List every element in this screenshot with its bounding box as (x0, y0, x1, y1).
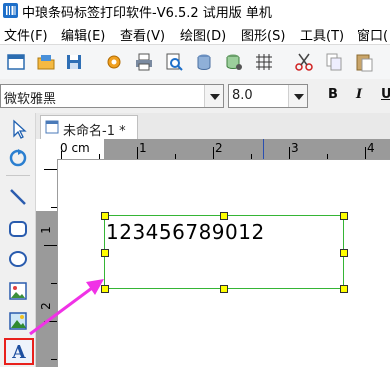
text-icon[interactable]: A (4, 338, 34, 365)
resize-handle[interactable] (101, 212, 109, 220)
open-icon[interactable] (36, 52, 56, 72)
ruler-h-mark: 2 (215, 141, 223, 155)
save-icon[interactable] (64, 52, 84, 72)
toolbar-divider (6, 175, 30, 176)
new-icon[interactable] (6, 52, 26, 72)
font-name-value: 微软雅黑 (4, 92, 57, 107)
line-icon[interactable] (6, 185, 30, 209)
resize-handle[interactable] (101, 285, 109, 293)
resize-handle[interactable] (101, 249, 109, 257)
picture-icon[interactable] (6, 309, 30, 333)
font-toolbar: 微软雅黑 8.0 B I U (0, 79, 390, 113)
ruler-corner (36, 139, 57, 159)
menu-window[interactable]: 窗口( (357, 25, 388, 44)
menu-shape[interactable]: 图形(S) (241, 25, 285, 44)
copy-icon[interactable] (324, 52, 344, 72)
select-icon[interactable] (6, 117, 30, 141)
database-icon[interactable] (194, 52, 214, 72)
document-icon (45, 120, 59, 134)
resize-handle[interactable] (340, 285, 348, 293)
rounded-rect-icon[interactable] (6, 217, 30, 241)
tab-label: 未命名-1 * (63, 124, 126, 139)
main-toolbar (0, 44, 390, 80)
vertical-ruler[interactable]: 1 2 (36, 159, 58, 367)
italic-button[interactable]: I (356, 87, 362, 102)
image-icon[interactable] (6, 279, 30, 303)
ruler-v-mark: 2 (38, 302, 53, 310)
document-tabs: 未命名-1 * (36, 113, 390, 139)
underline-button[interactable]: U (381, 87, 390, 102)
print-preview-icon[interactable] (164, 52, 184, 72)
ruler-h-mark: 4 (367, 141, 375, 155)
resize-handle[interactable] (220, 212, 228, 220)
text-object[interactable]: 123456789012 (106, 220, 265, 244)
chevron-down-icon[interactable] (288, 85, 307, 107)
drawing-toolbar: A (0, 113, 36, 367)
font-size-select[interactable]: 8.0 (228, 84, 308, 108)
menu-view[interactable]: 查看(V) (120, 25, 165, 44)
ellipse-icon[interactable] (6, 247, 30, 271)
window-title: 中琅条码标签打印软件-V6.5.2 试用版 单机 (22, 6, 272, 21)
menu-tools[interactable]: 工具(T) (300, 25, 344, 44)
ruler-h-mark: 1 (139, 141, 147, 155)
ruler-unit-label: 0 cm (60, 141, 90, 155)
tab-document[interactable]: 未命名-1 * (40, 115, 138, 139)
menu-bar: 文件(F) 编辑(E) 查看(V) 绘图(D) 图形(S) 工具(T) 窗口( (0, 22, 390, 44)
resize-handle[interactable] (220, 285, 228, 293)
ruler-ticks (61, 139, 366, 159)
font-size-value: 8.0 (232, 88, 253, 103)
settings-icon[interactable] (104, 52, 124, 72)
svg-text:A: A (11, 343, 26, 363)
cut-icon[interactable] (294, 52, 314, 72)
paste-icon[interactable] (354, 52, 374, 72)
rotate-icon[interactable] (6, 145, 30, 169)
font-name-select[interactable]: 微软雅黑 (0, 84, 224, 108)
chevron-down-icon[interactable] (204, 85, 223, 107)
bold-button[interactable]: B (328, 87, 338, 102)
menu-edit[interactable]: 编辑(E) (61, 25, 105, 44)
database-settings-icon[interactable] (224, 52, 244, 72)
ruler-v-mark: 1 (38, 226, 53, 234)
resize-handle[interactable] (340, 249, 348, 257)
resize-handle[interactable] (340, 212, 348, 220)
title-bar: 中琅条码标签打印软件-V6.5.2 试用版 单机 (0, 0, 390, 22)
print-icon[interactable] (134, 52, 154, 72)
horizontal-ruler[interactable]: 0 cm 1 2 3 4 (57, 139, 390, 160)
menu-draw[interactable]: 绘图(D) (180, 25, 226, 44)
grid-icon[interactable] (254, 52, 274, 72)
app-logo-icon (3, 3, 18, 18)
menu-file[interactable]: 文件(F) (4, 25, 48, 44)
ruler-ticks (44, 169, 57, 360)
ruler-h-mark: 3 (291, 141, 299, 155)
